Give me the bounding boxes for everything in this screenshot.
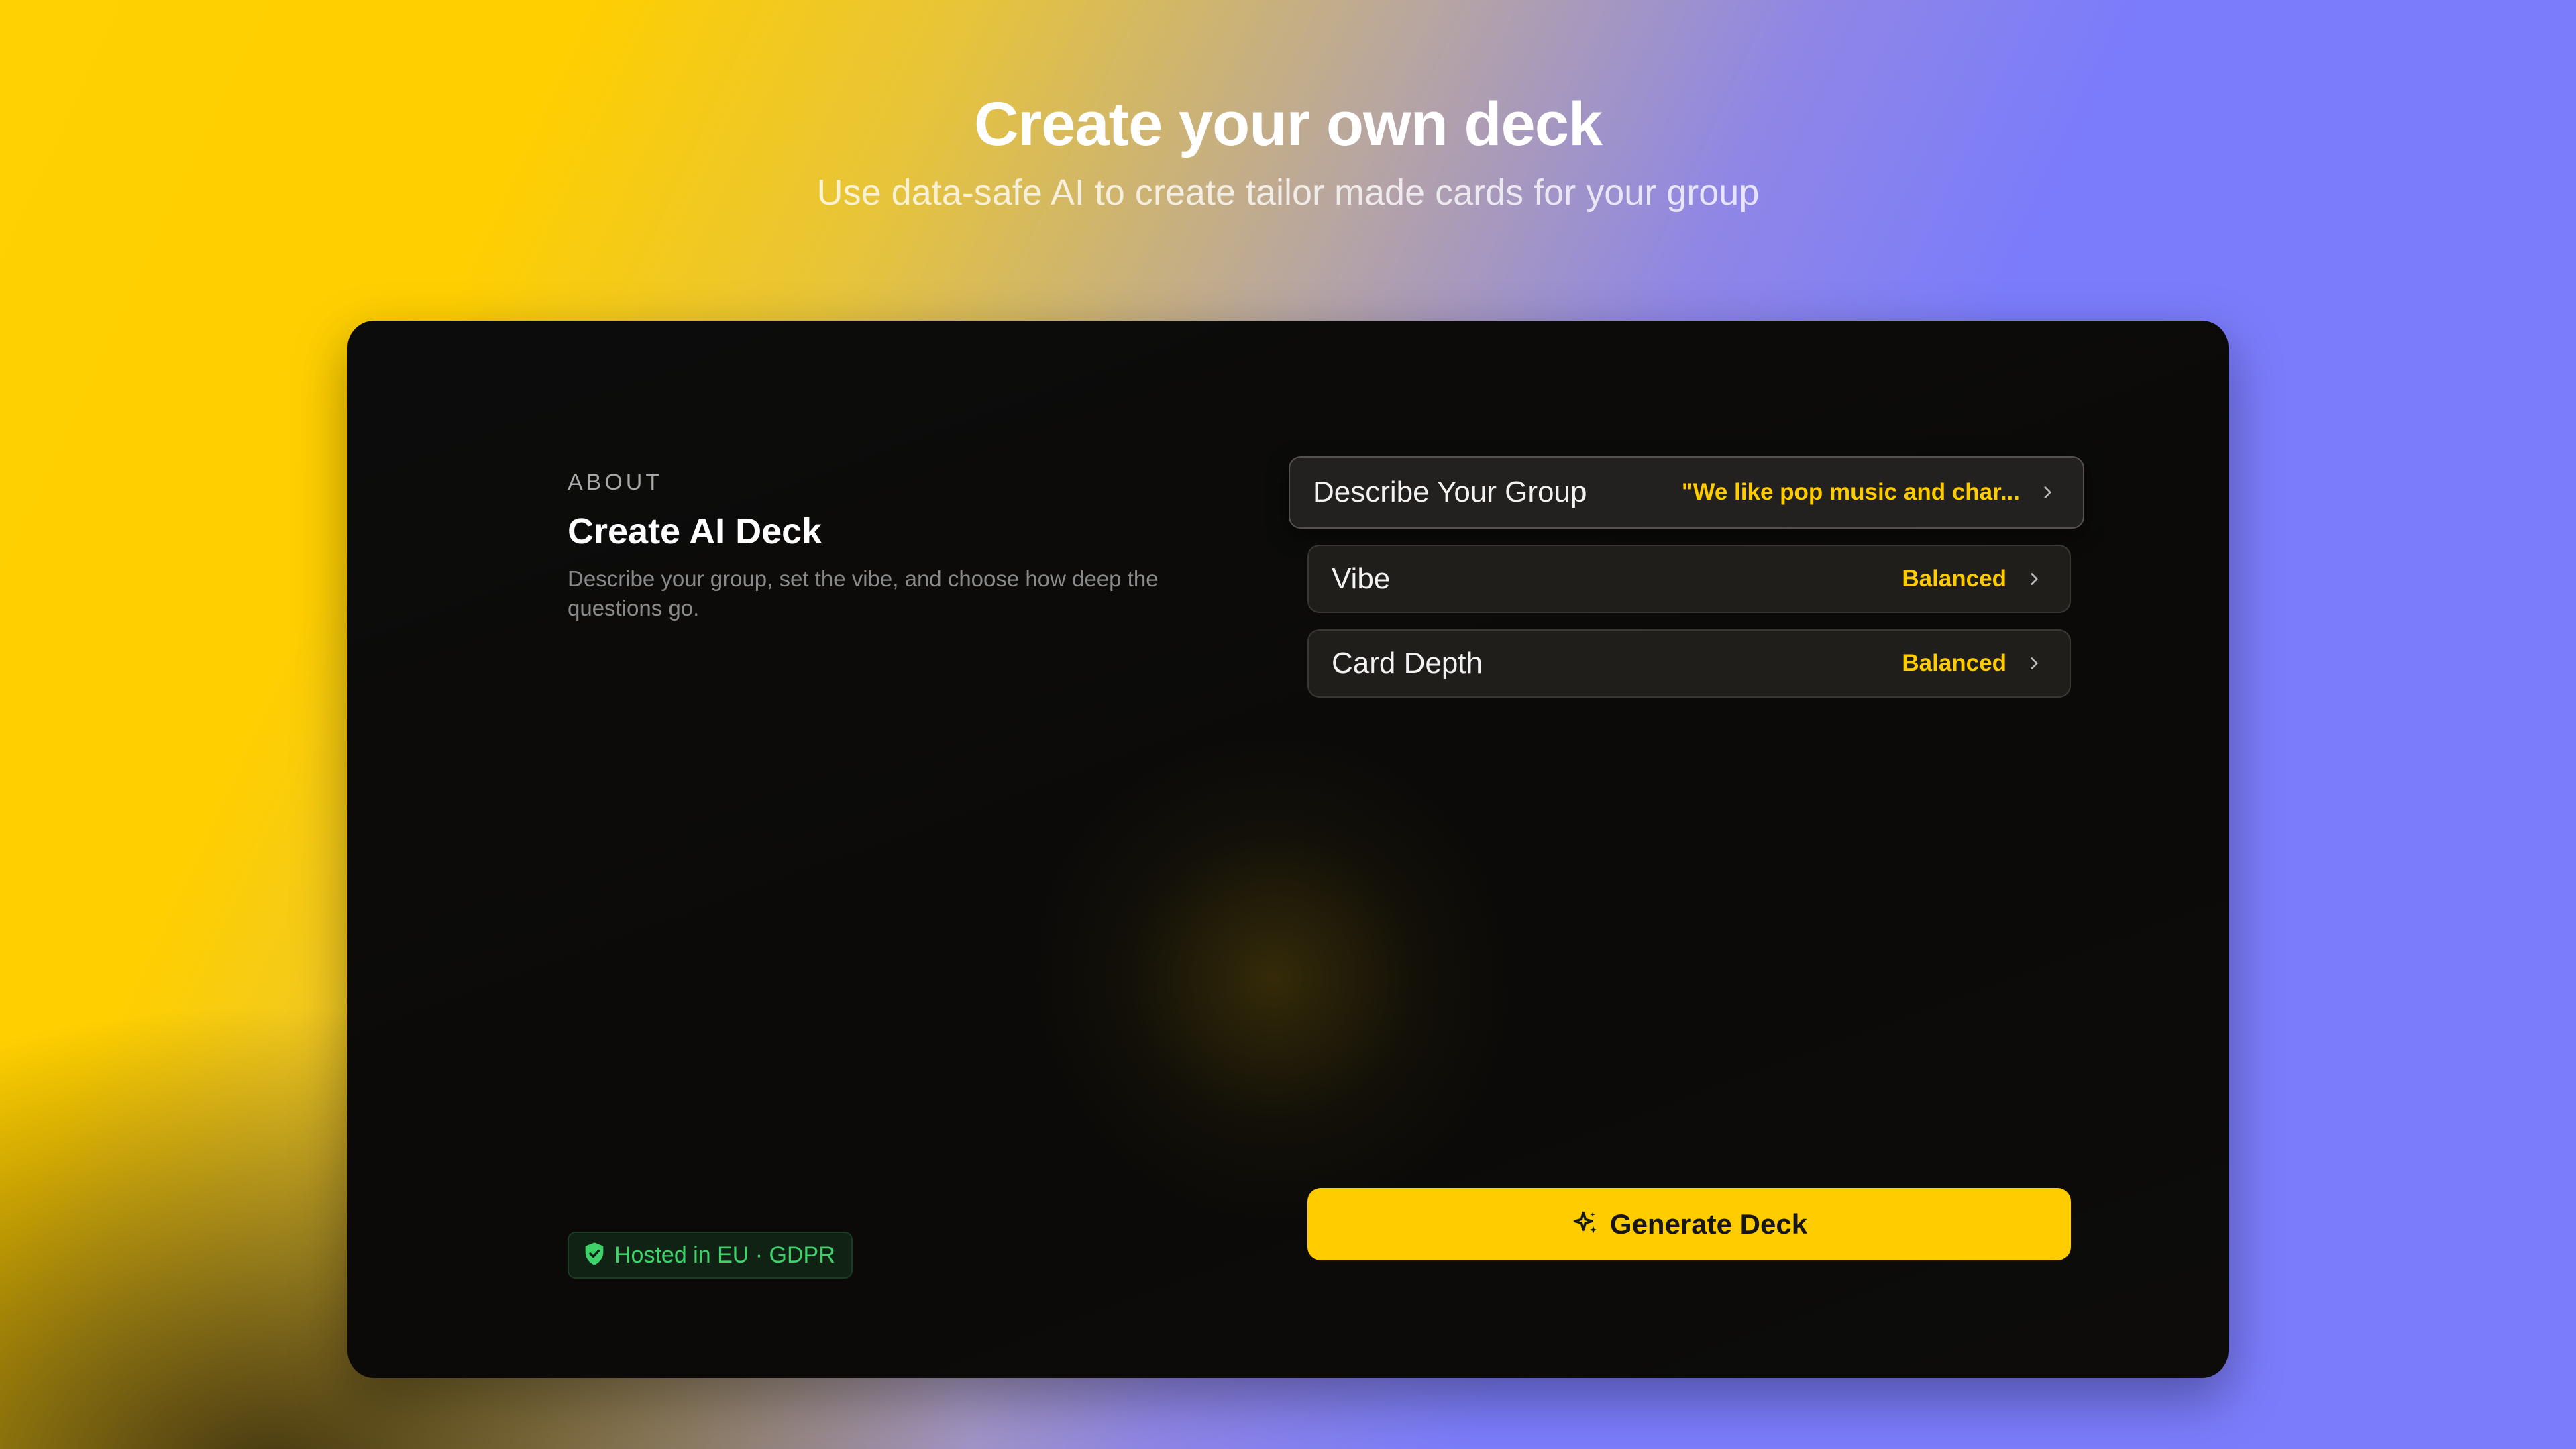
generate-deck-button[interactable]: Generate Deck bbox=[1307, 1188, 2071, 1260]
hosting-badge-text: Hosted in EU · GDPR bbox=[614, 1242, 835, 1268]
page-header: Create your own deck Use data-safe AI to… bbox=[0, 87, 2576, 216]
settings-row-value: Balanced bbox=[1902, 650, 2006, 676]
about-title: Create AI Deck bbox=[568, 511, 822, 551]
shield-check-icon bbox=[584, 1242, 605, 1269]
settings-row-value: "We like pop music and char... bbox=[1681, 479, 2020, 505]
settings-row-label: Describe Your Group bbox=[1313, 476, 1587, 508]
settings-row-vibe[interactable]: Vibe Balanced bbox=[1307, 545, 2071, 613]
about-section: ABOUT Create AI Deck Describe your group… bbox=[568, 470, 1225, 623]
about-description: Describe your group, set the vibe, and c… bbox=[568, 566, 1159, 621]
settings-list: Describe Your Group "We like pop music a… bbox=[1289, 456, 2084, 714]
page-subtitle: Use data-safe AI to create tailor made c… bbox=[816, 172, 1760, 213]
settings-row-label: Vibe bbox=[1332, 562, 1391, 595]
settings-row-card-depth[interactable]: Card Depth Balanced bbox=[1307, 629, 2071, 698]
sparkles-icon bbox=[1571, 1209, 1601, 1240]
settings-row-label: Card Depth bbox=[1332, 647, 1483, 680]
chevron-right-icon bbox=[2036, 481, 2059, 504]
settings-row-describe-group[interactable]: Describe Your Group "We like pop music a… bbox=[1289, 456, 2084, 529]
about-eyebrow: ABOUT bbox=[568, 470, 663, 495]
generate-deck-label: Generate Deck bbox=[1609, 1208, 1808, 1240]
page-title: Create your own deck bbox=[973, 90, 1603, 158]
chevron-right-icon bbox=[2023, 652, 2045, 675]
create-deck-panel: ABOUT Create AI Deck Describe your group… bbox=[347, 321, 2229, 1378]
hosting-badge: Hosted in EU · GDPR bbox=[568, 1232, 853, 1279]
chevron-right-icon bbox=[2023, 568, 2045, 590]
settings-row-value: Balanced bbox=[1902, 566, 2006, 592]
